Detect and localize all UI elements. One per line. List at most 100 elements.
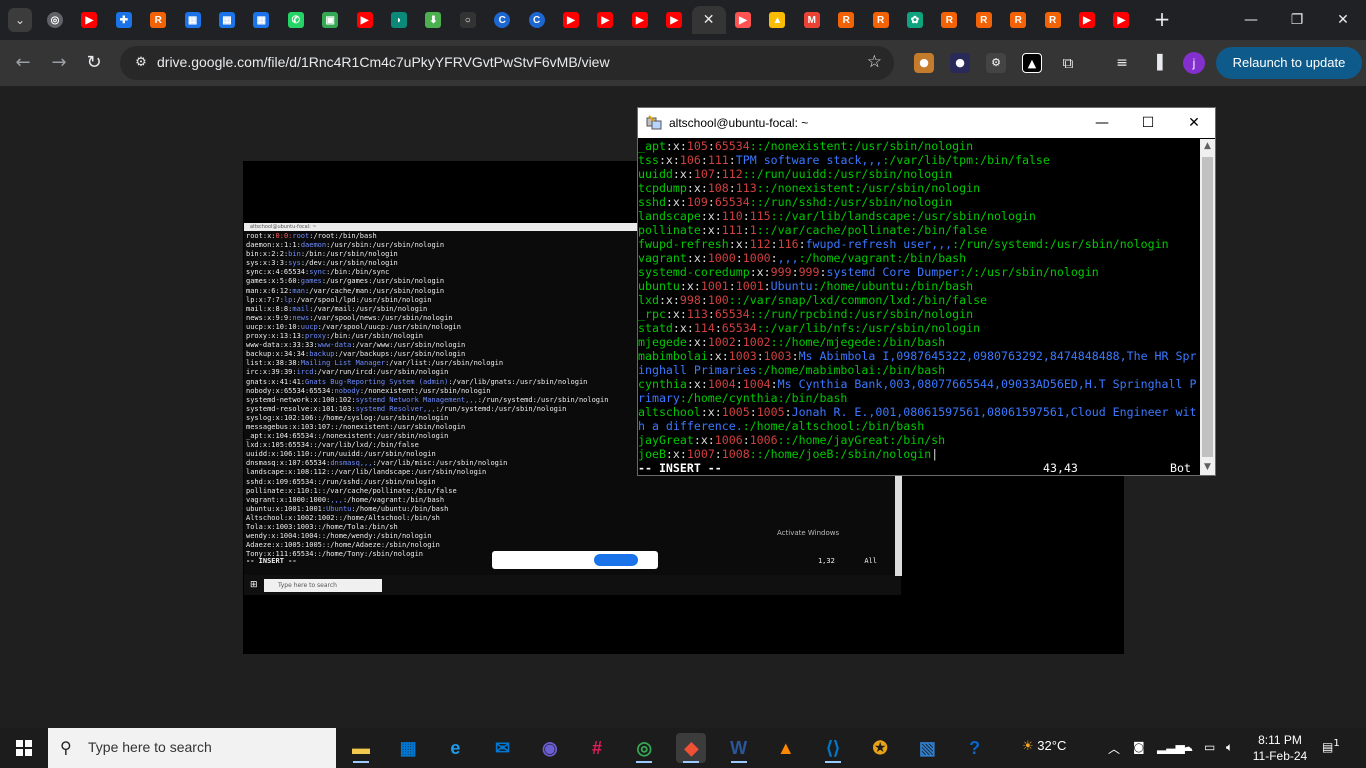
terminal-line: inghall Primaries:/home/mabimbolai:/bin/… <box>638 363 946 377</box>
taskbar-app-microsoft-store[interactable]: ▦ <box>393 733 423 763</box>
taskbar-app-vlc[interactable]: ▲ <box>771 733 801 763</box>
taskbar-search-box[interactable]: ⚲ Type here to search <box>48 728 336 768</box>
taskbar-app-slack[interactable]: # <box>582 733 612 763</box>
bookmark-star-icon[interactable]: ☆ <box>867 52 882 72</box>
minimize-button[interactable]: — <box>1228 0 1274 40</box>
battery-icon[interactable]: ▭ <box>1204 740 1215 754</box>
taskbar-app-word[interactable]: W <box>724 733 754 763</box>
browser-tab[interactable]: ⬇ <box>416 6 450 34</box>
browser-tab[interactable]: ▶ <box>1070 6 1104 34</box>
terminal-line: joeB:x:1007:1008::/home/joeB:/sbin/nolog… <box>638 447 939 461</box>
putty-close-button[interactable]: ✕ <box>1171 108 1217 138</box>
browser-tab[interactable]: ▶ <box>623 6 657 34</box>
camera-icon[interactable]: ◙ <box>1133 740 1145 754</box>
browser-tab[interactable]: ▶ <box>72 6 106 34</box>
scroll-up-arrow-icon[interactable]: ▲ <box>1200 139 1215 154</box>
wifi-icon[interactable]: ☁ <box>1181 740 1193 754</box>
scroll-down-arrow-icon[interactable]: ▼ <box>1200 460 1215 475</box>
browser-tab[interactable]: ◎ <box>38 6 72 34</box>
volume-icon[interactable]: 🔈︎ <box>1226 740 1233 755</box>
reload-button[interactable]: ↻ <box>81 50 107 76</box>
browser-tab[interactable]: ▶ <box>554 6 588 34</box>
browser-tab[interactable]: ▦ <box>244 6 278 34</box>
terminal-scrollbar[interactable]: ▲ ▼ <box>1200 139 1215 475</box>
browser-tab[interactable]: ▶ <box>1104 6 1138 34</box>
putty-title-bar[interactable]: altschool@ubuntu-focal: ~ — ☐ ✕ <box>638 108 1215 138</box>
site-info-icon[interactable]: ⚙ <box>132 54 150 72</box>
browser-tab[interactable]: ✕ <box>691 6 726 34</box>
terminal-line: pollinate:x:111:1::/var/cache/pollinate:… <box>638 223 988 237</box>
start-button[interactable] <box>0 728 48 768</box>
terminal-line: tcpdump:x:108:113::/nonexistent:/usr/sbi… <box>638 181 981 195</box>
terminal-line: mjegede:x:1002:1002::/home/mjegede:/bin/… <box>638 335 946 349</box>
show-hidden-icons-icon[interactable]: ︿ <box>1108 740 1120 757</box>
browser-tab[interactable]: R <box>829 6 863 34</box>
address-bar[interactable]: ⚙ drive.google.com/file/d/1Rnc4R1Cm4c7uP… <box>120 46 894 80</box>
browser-tab[interactable]: R <box>1036 6 1070 34</box>
browser-tab[interactable]: R <box>967 6 1001 34</box>
app-purple-icon: ◉ <box>541 737 558 758</box>
putty-terminal-window[interactable]: altschool@ubuntu-focal: ~ — ☐ ✕ _apt:x:1… <box>637 107 1216 476</box>
weather-widget[interactable]: ☀ 32°C <box>1022 738 1066 754</box>
taskbar-clock[interactable]: 8:11 PM 11-Feb-24 <box>1252 732 1308 764</box>
browser-tab[interactable]: ▶ <box>348 6 382 34</box>
taskbar-app-award[interactable]: ✪ <box>865 733 895 763</box>
taskbar-app-chrome[interactable]: ◎ <box>629 733 659 763</box>
terminal-line: jayGreat:x:1006:1006::/home/jayGreat:/bi… <box>638 433 946 447</box>
url-text[interactable]: drive.google.com/file/d/1Rnc4R1Cm4c7uPky… <box>157 54 610 70</box>
browser-tab[interactable]: C <box>485 6 519 34</box>
taskbar-app-edge[interactable]: e <box>440 733 470 763</box>
close-window-button[interactable]: ✕ <box>1320 0 1366 40</box>
taskbar-app-app-purple[interactable]: ◉ <box>535 733 565 763</box>
terminal-output[interactable]: _apt:x:105:65534::/nonexistent:/usr/sbin… <box>638 139 1200 475</box>
media-control-icon[interactable]: ≡ <box>1112 53 1132 73</box>
browser-tab[interactable]: R <box>1001 6 1035 34</box>
extension-badge-icon[interactable]: ⚙ <box>986 53 1006 73</box>
taskbar-app-mail[interactable]: ✉ <box>488 733 518 763</box>
taskbar-app-photos[interactable]: ▧ <box>912 733 942 763</box>
browser-tab[interactable]: R <box>932 6 966 34</box>
browser-tab[interactable]: ▶ <box>726 6 760 34</box>
profile-avatar[interactable]: j <box>1183 52 1205 74</box>
browser-tab[interactable]: ○ <box>451 6 485 34</box>
browser-tab[interactable]: C <box>520 6 554 34</box>
new-tab-button[interactable]: + <box>1150 8 1174 32</box>
extension-a-icon[interactable]: ▲ <box>1022 53 1042 73</box>
side-panel-icon[interactable]: ▐ <box>1147 53 1167 73</box>
browser-tab[interactable]: ✚ <box>107 6 141 34</box>
replit-icon: R <box>1044 12 1061 28</box>
browser-tab[interactable]: ✆ <box>279 6 313 34</box>
slack-icon: # <box>591 737 602 758</box>
close-icon[interactable]: ✕ <box>703 12 715 28</box>
embedded-start-icon: ⊞ <box>250 580 258 590</box>
notification-center-icon[interactable]: ▤1 <box>1322 738 1344 758</box>
taskbar-app-git[interactable]: ◆ <box>676 733 707 763</box>
relaunch-button[interactable]: Relaunch to update <box>1216 47 1362 79</box>
browser-tab[interactable]: ✿ <box>898 6 932 34</box>
cookie-extension-icon[interactable]: ● <box>914 53 934 73</box>
extensions-puzzle-icon[interactable]: ⧉ <box>1058 53 1078 73</box>
putty-maximize-button[interactable]: ☐ <box>1125 108 1171 138</box>
restore-button[interactable]: ❐ <box>1274 0 1320 40</box>
forward-button[interactable]: → <box>46 50 72 76</box>
browser-tab[interactable]: ▶ <box>588 6 622 34</box>
browser-tab[interactable]: R <box>864 6 898 34</box>
putty-minimize-button[interactable]: — <box>1079 108 1125 138</box>
taskbar-app-vscode[interactable]: ⟨⟩ <box>818 733 848 763</box>
browser-tab[interactable]: ▦ <box>176 6 210 34</box>
browser-tab[interactable]: ▣ <box>313 6 347 34</box>
browser-tab[interactable]: ▦ <box>210 6 244 34</box>
taskbar-app-file-explorer[interactable]: ▬ <box>346 733 376 763</box>
browser-tab[interactable]: R <box>141 6 175 34</box>
scrollbar-thumb[interactable] <box>1202 157 1213 457</box>
browser-tab[interactable]: ◗ <box>382 6 416 34</box>
browser-tab[interactable]: ▶ <box>657 6 691 34</box>
taskbar-app-help[interactable]: ? <box>960 733 990 763</box>
browser-tab[interactable]: ▲ <box>760 6 794 34</box>
browser-tab[interactable]: M <box>795 6 829 34</box>
back-button[interactable]: ← <box>10 50 36 76</box>
extension-dots-icon[interactable]: ● <box>950 53 970 73</box>
mail-icon: ✉ <box>495 737 511 758</box>
putty-title-text: altschool@ubuntu-focal: ~ <box>669 116 809 130</box>
tab-search-button[interactable]: ⌄ <box>8 8 32 32</box>
